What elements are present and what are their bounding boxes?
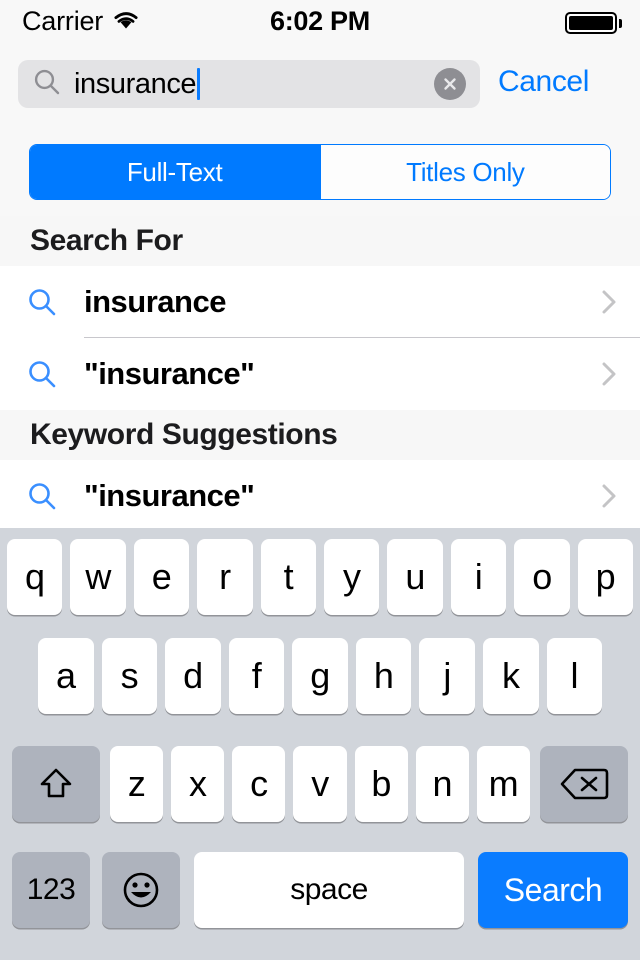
list-item-label: "insurance" [84, 478, 255, 513]
search-icon [0, 286, 84, 318]
key-r[interactable]: r [197, 539, 253, 615]
key-k[interactable]: k [482, 638, 539, 714]
suggestions-list: Search For insurance "insurance" Keyword… [0, 216, 640, 532]
key-n[interactable]: n [415, 746, 469, 822]
key-u[interactable]: u [387, 539, 443, 615]
section-header-keyword-suggestions: Keyword Suggestions [0, 410, 640, 460]
key-search[interactable]: Search [478, 852, 628, 928]
scope-tab-titles-only[interactable]: Titles Only [320, 145, 610, 199]
key-b[interactable]: b [354, 746, 408, 822]
chevron-right-icon [578, 286, 640, 318]
scope-bar-container: Full-Text Titles Only [0, 120, 640, 216]
clock-label: 6:02 PM [270, 6, 370, 36]
keyboard-row-3: z x c v b n m [0, 724, 640, 832]
chevron-right-icon [578, 358, 640, 390]
key-h[interactable]: h [355, 638, 412, 714]
emoji-icon[interactable] [102, 852, 180, 928]
key-y[interactable]: y [324, 539, 380, 615]
phone-screen: Carrier 6:02 PM insurance Cancel Full-Te… [0, 0, 640, 960]
keyboard-row-1: q w e r t y u i o p [0, 528, 640, 616]
key-space[interactable]: space [194, 852, 464, 928]
key-w[interactable]: w [70, 539, 126, 615]
text-cursor [197, 68, 201, 100]
key-a[interactable]: a [38, 638, 94, 714]
clear-icon[interactable] [434, 68, 466, 100]
cancel-button[interactable]: Cancel [498, 44, 589, 120]
backspace-icon[interactable] [539, 746, 628, 822]
list-item-label: insurance [84, 284, 226, 319]
search-icon [0, 358, 84, 390]
list-item[interactable]: "insurance" [0, 338, 640, 410]
on-screen-keyboard: q w e r t y u i o p a s d f g h j k l z … [0, 528, 640, 960]
list-item-label: "insurance" [84, 356, 255, 391]
key-o[interactable]: o [514, 539, 570, 615]
list-item[interactable]: insurance [0, 266, 640, 338]
key-z[interactable]: z [110, 746, 164, 822]
list-item[interactable]: "insurance" [0, 460, 640, 532]
key-i[interactable]: i [450, 539, 507, 615]
search-input-value: insurance [74, 67, 197, 100]
battery-icon [565, 12, 622, 34]
section-header-search-for: Search For [0, 216, 640, 266]
scope-tab-full-text[interactable]: Full-Text [30, 145, 320, 199]
key-v[interactable]: v [293, 746, 347, 822]
key-f[interactable]: f [228, 638, 285, 714]
key-e[interactable]: e [133, 539, 190, 615]
key-p[interactable]: p [577, 539, 634, 615]
keyboard-row-2: a s d f g h j k l [0, 616, 640, 724]
key-q[interactable]: q [7, 539, 63, 615]
key-x[interactable]: x [171, 746, 225, 822]
status-bar: Carrier 6:02 PM [0, 0, 640, 44]
search-input[interactable]: insurance [18, 60, 480, 108]
key-j[interactable]: j [419, 638, 475, 714]
key-m[interactable]: m [476, 746, 530, 822]
key-g[interactable]: g [292, 638, 348, 714]
shift-icon[interactable] [12, 746, 100, 822]
search-bar-container: insurance Cancel [0, 44, 640, 120]
key-t[interactable]: t [260, 539, 317, 615]
search-icon [0, 480, 84, 512]
key-d[interactable]: d [165, 638, 221, 714]
search-icon [32, 67, 62, 102]
key-numbers[interactable]: 123 [12, 852, 90, 928]
keyboard-row-4: 123 space Search [0, 832, 640, 936]
key-l[interactable]: l [546, 638, 603, 714]
chevron-right-icon [578, 480, 640, 512]
key-s[interactable]: s [101, 638, 158, 714]
scope-bar[interactable]: Full-Text Titles Only [29, 144, 611, 200]
key-c[interactable]: c [232, 746, 286, 822]
